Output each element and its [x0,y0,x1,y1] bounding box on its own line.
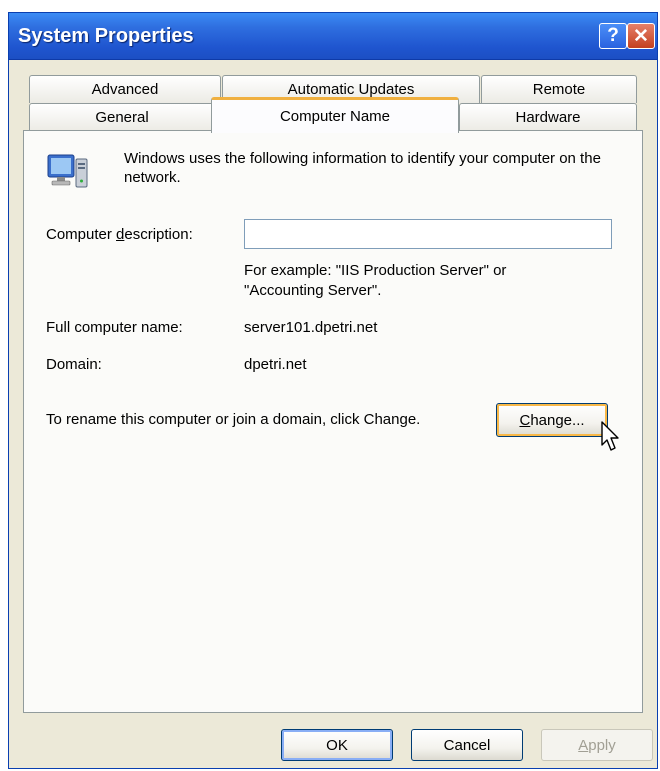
help-icon[interactable]: ? [599,23,627,49]
full-computer-name-value: server101.dpetri.net [244,319,378,336]
rename-instruction-text: To rename this computer or join a domain… [46,411,421,428]
domain-value: dpetri.net [244,356,307,373]
domain-label: Domain: [46,356,102,373]
tab-remote[interactable]: Remote [481,75,637,103]
mouse-pointer-icon [601,421,619,451]
close-icon[interactable]: ✕ [627,23,655,49]
full-computer-name-label: Full computer name: [46,319,183,336]
computer-name-panel: Windows uses the following information t… [23,130,643,713]
title-bar[interactable]: System Properties ? ✕ [9,13,657,60]
ok-button[interactable]: OK [281,729,393,761]
tab-computer-name[interactable]: Computer Name [211,97,459,133]
system-properties-window: System Properties ? ✕ Advanced Automatic… [8,12,658,769]
cancel-button[interactable]: Cancel [411,729,523,761]
computer-description-label: Computer description: [46,226,193,243]
tab-strip: Advanced Automatic Updates Remote Genera… [23,71,643,133]
tab-hardware[interactable]: Hardware [459,103,637,131]
computer-description-input[interactable] [244,219,612,249]
change-button[interactable]: Change... [496,403,608,437]
tab-advanced[interactable]: Advanced [29,75,221,103]
example-text: For example: "IIS Production Server" or … [244,262,507,299]
window-title: System Properties [18,25,194,47]
apply-button[interactable]: Apply [541,729,653,761]
computer-network-icon [47,154,88,188]
intro-text: Windows uses the following information t… [124,150,601,186]
tab-general[interactable]: General [29,103,215,131]
